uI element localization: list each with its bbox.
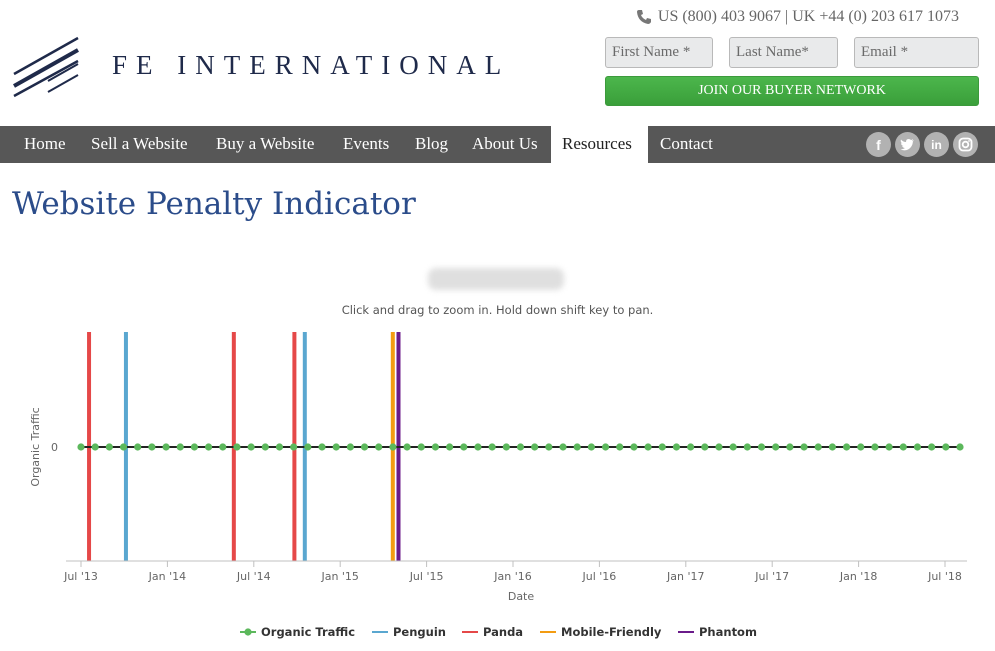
x-axis-ticks: Jul '13 Jan '14 Jul '14 Jan '15 Jul '15 Jan '… [63,561,962,583]
data-point[interactable] [672,443,681,451]
series-organic-traffic [77,443,964,451]
data-point[interactable] [389,443,397,451]
x-tick-label: Jul '14 [236,570,271,583]
data-point[interactable] [204,443,213,451]
data-point[interactable] [531,443,539,451]
x-tick-label: Jul '17 [754,570,789,583]
x-tick-label: Jul '16 [582,570,617,583]
legend-marker [244,628,252,636]
data-point[interactable] [77,443,85,451]
data-point[interactable] [162,443,170,451]
x-tick-label: Jan '16 [493,570,531,583]
x-tick-label: Jan '15 [320,570,358,583]
legend-item-panda[interactable]: Panda [483,625,523,639]
x-tick-label: Jan '18 [839,570,877,583]
data-point[interactable] [446,443,454,451]
data-point[interactable] [857,443,865,451]
x-tick-label: Jan '14 [148,570,186,583]
data-point[interactable] [630,443,638,451]
data-point[interactable] [729,443,737,451]
data-point[interactable] [431,443,440,451]
data-point[interactable] [332,443,340,451]
data-point[interactable] [913,443,922,451]
data-point[interactable] [91,443,99,451]
data-point[interactable] [247,443,255,451]
data-point[interactable] [148,443,156,451]
data-point[interactable] [233,443,241,451]
data-point[interactable] [772,443,780,451]
x-tick-label: Jul '13 [63,570,98,583]
data-point[interactable] [219,443,227,451]
data-point[interactable] [956,443,964,451]
data-point[interactable] [290,443,298,451]
data-point[interactable] [701,443,709,451]
data-point[interactable] [786,443,794,451]
y-tick-label: 0 [51,441,58,454]
data-point[interactable] [800,443,808,451]
data-point[interactable] [899,443,907,451]
data-point[interactable] [885,443,893,451]
data-point[interactable] [687,443,695,451]
x-axis-label: Date [508,590,535,603]
data-point[interactable] [842,443,851,451]
penalty-chart[interactable]: Jul '13 Jan '14 Jul '14 Jan '15 Jul '15 Jan '… [0,0,995,651]
data-point[interactable] [474,443,482,451]
x-tick-label: Jan '17 [666,570,704,583]
x-tick-label: Jul '15 [409,570,444,583]
data-point[interactable] [559,443,567,451]
data-point[interactable] [318,443,326,451]
data-point[interactable] [587,443,595,451]
data-point[interactable] [516,443,525,451]
data-point[interactable] [417,443,425,451]
data-point[interactable] [828,443,837,451]
data-point[interactable] [488,443,496,451]
data-point[interactable] [304,443,312,451]
data-point[interactable] [871,443,879,451]
y-axis-label: Organic Traffic [29,407,42,486]
data-point[interactable] [715,443,723,451]
data-point[interactable] [616,443,624,451]
data-point[interactable] [460,443,468,451]
data-point[interactable] [545,443,553,451]
data-point[interactable] [403,443,411,451]
x-tick-label: Jul '18 [927,570,962,583]
data-point[interactable] [360,443,369,451]
data-point[interactable] [105,443,113,451]
data-point[interactable] [275,443,284,451]
data-point[interactable] [743,443,751,451]
data-point[interactable] [176,443,184,451]
data-point[interactable] [928,443,936,451]
data-point[interactable] [502,443,510,451]
data-point[interactable] [261,443,269,451]
data-point[interactable] [644,443,652,451]
legend-item-organic-traffic[interactable]: Organic Traffic [261,625,355,639]
data-point[interactable] [601,443,610,451]
data-point[interactable] [573,443,581,451]
legend-item-phantom[interactable]: Phantom [699,625,757,639]
data-point[interactable] [942,443,950,451]
data-point[interactable] [375,443,383,451]
data-point[interactable] [757,443,766,451]
data-point[interactable] [134,443,142,451]
legend-item-penguin[interactable]: Penguin [393,625,446,639]
data-point[interactable] [814,443,822,451]
chart-legend: Organic Traffic Penguin Panda Mobile-Friend… [240,625,757,639]
data-point[interactable] [119,443,128,451]
data-point[interactable] [658,443,666,451]
data-point[interactable] [346,443,354,451]
data-point[interactable] [190,443,199,451]
legend-item-mobile-friendly[interactable]: Mobile-Friendly [561,625,662,639]
